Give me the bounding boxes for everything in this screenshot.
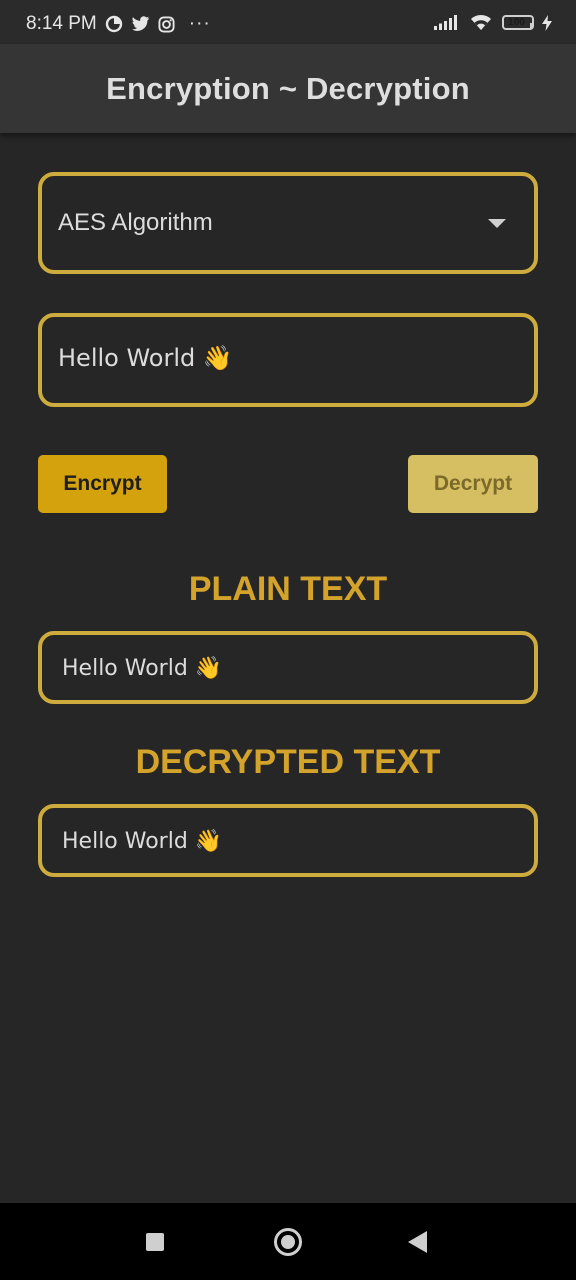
charging-icon — [542, 14, 552, 31]
decrypted-text-heading: DECRYPTED TEXT — [135, 743, 441, 781]
data-saver-icon — [105, 15, 123, 33]
instagram-icon — [158, 15, 175, 33]
plain-text-value: Hello World 👋 — [62, 656, 223, 681]
algorithm-dropdown-value: AES Algorithm — [58, 209, 213, 236]
recents-icon[interactable] — [146, 1233, 164, 1251]
app-bar: Encryption ~ Decryption — [0, 44, 576, 133]
status-left: 8:14 PM ··· — [26, 13, 211, 35]
status-right: 100 — [434, 14, 552, 31]
algorithm-dropdown[interactable]: AES Algorithm — [38, 172, 538, 274]
plain-text-heading: PLAIN TEXT — [188, 570, 388, 608]
wifi-icon — [470, 14, 492, 31]
page-title: Encryption ~ Decryption — [106, 70, 470, 106]
message-input[interactable]: Hello World 👋 — [38, 313, 538, 407]
status-time: 8:14 PM — [26, 13, 97, 34]
back-icon[interactable] — [408, 1231, 427, 1253]
battery-icon: 100 — [502, 15, 534, 30]
encrypt-button[interactable]: Encrypt — [38, 455, 167, 513]
message-input-value[interactable]: Hello World 👋 — [58, 344, 233, 372]
decrypted-text-value: Hello World 👋 — [62, 829, 223, 854]
battery-level: 100 — [508, 17, 525, 28]
plain-text-box: Hello World 👋 — [38, 631, 538, 704]
status-bar: 8:14 PM ··· 100 — [0, 0, 576, 44]
decrypted-text-box: Hello World 👋 — [38, 804, 538, 877]
twitter-icon — [131, 16, 150, 32]
decrypt-button[interactable]: Decrypt — [408, 455, 538, 513]
dropdown-arrow-icon[interactable] — [488, 219, 506, 228]
more-notifications-icon: ··· — [188, 13, 211, 34]
signal-icon — [434, 15, 460, 30]
navigation-bar — [0, 1203, 576, 1280]
home-icon[interactable] — [274, 1228, 302, 1256]
